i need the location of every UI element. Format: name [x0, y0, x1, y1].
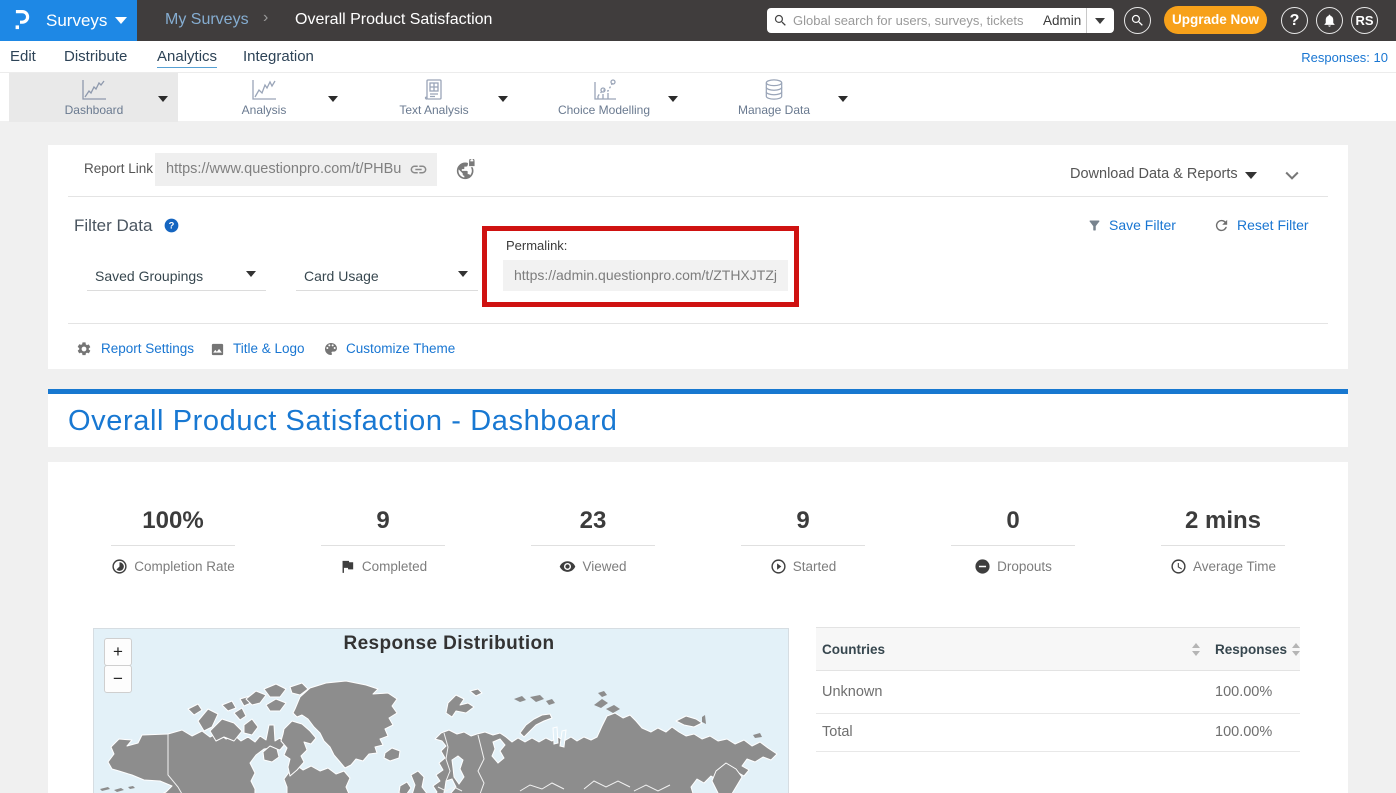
svg-text:?: ?: [169, 221, 175, 231]
